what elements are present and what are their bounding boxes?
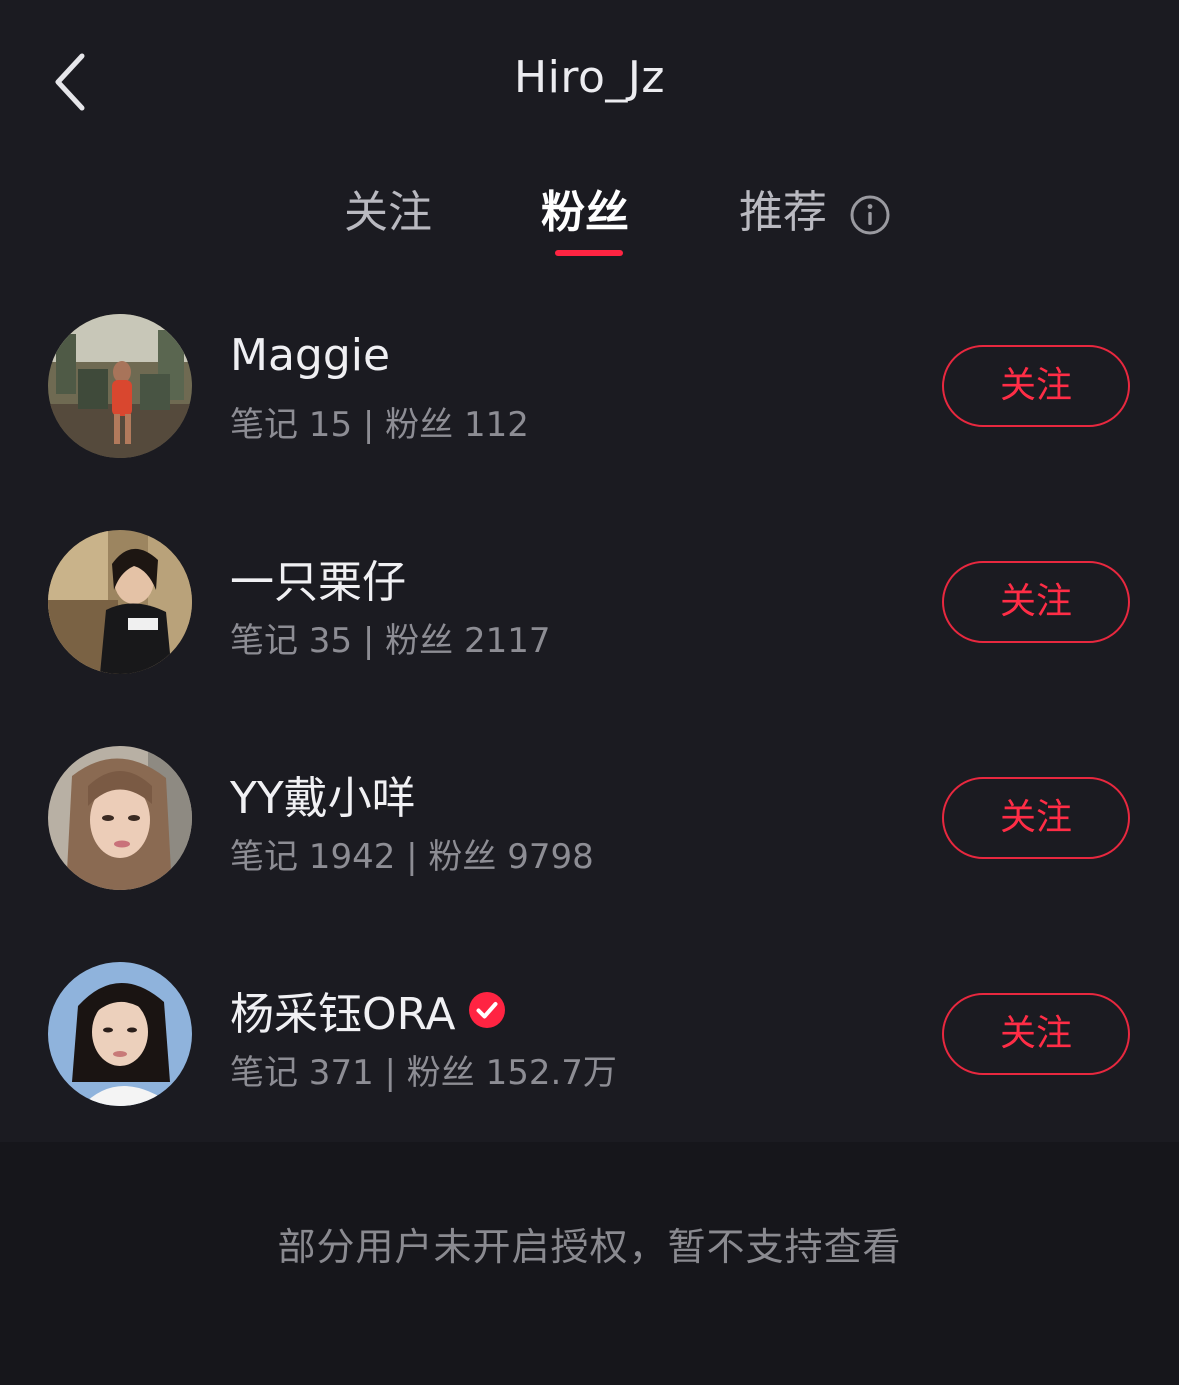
info-circle-icon[interactable]: [849, 194, 891, 236]
user-name[interactable]: 一只栗仔: [230, 546, 406, 610]
user-name[interactable]: 杨采钰ORA: [230, 978, 506, 1042]
tab-following[interactable]: 关注: [344, 180, 432, 250]
followers-screen: Hiro_Jz 关注 粉丝 推荐 Maggie 笔记 15 | 粉丝 112 关…: [0, 0, 1179, 1385]
avatar[interactable]: [48, 314, 192, 458]
follow-button[interactable]: 关注: [942, 777, 1130, 859]
follow-button[interactable]: 关注: [942, 993, 1130, 1075]
avatar-image: [48, 962, 192, 1106]
user-stats: 笔记 371 | 粉丝 152.7万: [230, 1053, 617, 1093]
user-stats: 笔记 15 | 粉丝 112: [230, 405, 529, 445]
avatar[interactable]: [48, 962, 192, 1106]
footer-notice: 部分用户未开启授权，暂不支持查看: [0, 1142, 1179, 1385]
list-item[interactable]: YY戴小咩 笔记 1942 | 粉丝 9798 关注: [0, 732, 1179, 932]
avatar[interactable]: [48, 530, 192, 674]
avatar-image: [48, 746, 192, 890]
authorization-notice: 部分用户未开启授权，暂不支持查看: [277, 1225, 902, 1269]
active-tab-indicator: [555, 250, 623, 256]
follow-button[interactable]: 关注: [942, 561, 1130, 643]
user-name[interactable]: Maggie: [230, 330, 390, 381]
tab-recommended[interactable]: 推荐: [739, 180, 827, 250]
verified-badge-icon: [468, 992, 505, 1028]
tab-bar: 关注 粉丝 推荐: [0, 180, 1179, 270]
list-item[interactable]: Maggie 笔记 15 | 粉丝 112 关注: [0, 300, 1179, 500]
page-title: Hiro_Jz: [514, 52, 665, 103]
user-stats: 笔记 1942 | 粉丝 9798: [230, 837, 594, 877]
follow-button[interactable]: 关注: [942, 345, 1130, 427]
list-item[interactable]: 一只栗仔 笔记 35 | 粉丝 2117 关注: [0, 516, 1179, 716]
list-item[interactable]: 杨采钰ORA 笔记 371 | 粉丝 152.7万 关注: [0, 948, 1179, 1148]
user-name[interactable]: YY戴小咩: [230, 762, 416, 826]
tab-followers[interactable]: 粉丝: [541, 180, 629, 250]
avatar-image: [48, 314, 192, 458]
avatar[interactable]: [48, 746, 192, 890]
header: Hiro_Jz: [0, 0, 1179, 165]
avatar-image: [48, 530, 192, 674]
user-stats: 笔记 35 | 粉丝 2117: [230, 621, 551, 661]
